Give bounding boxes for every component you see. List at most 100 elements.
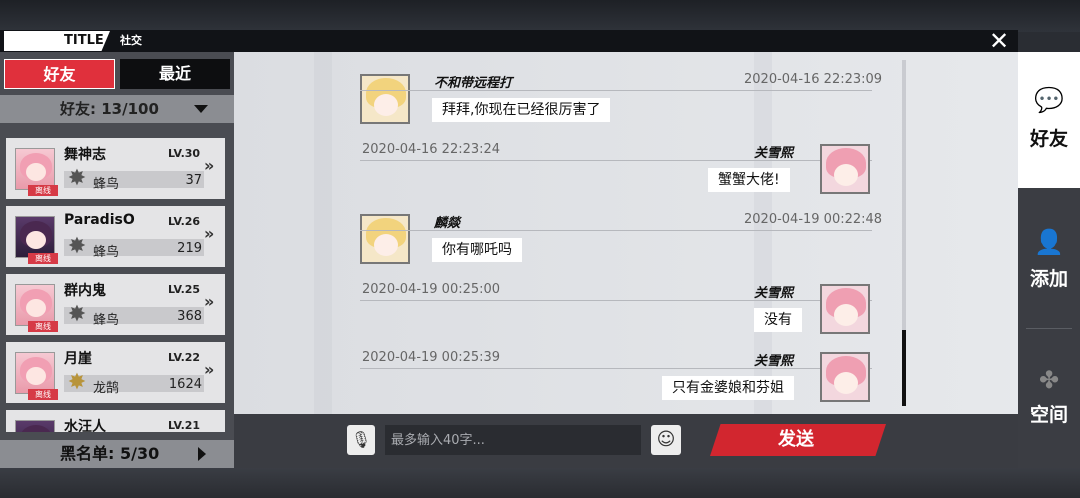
background-bottom-strip: [0, 468, 1080, 498]
divider: [360, 230, 872, 231]
avatar[interactable]: [360, 214, 410, 264]
rank-name: 蜂鸟: [93, 177, 120, 192]
tab-recent[interactable]: 最近: [120, 59, 230, 89]
chat-input[interactable]: [385, 425, 641, 455]
arrow-right-icon: [198, 447, 206, 461]
divider: [360, 90, 872, 91]
avatar[interactable]: [820, 284, 870, 334]
friend-level: LV.25: [168, 283, 201, 296]
avatar[interactable]: [820, 144, 870, 194]
microphone-icon[interactable]: 🎙: [347, 425, 375, 455]
friend-name: 月崖: [64, 351, 92, 367]
divider: [360, 300, 872, 301]
blacklist-button[interactable]: 黑名单: 5/30: [0, 440, 234, 468]
friend-count-dropdown[interactable]: 好友: 13/100: [0, 95, 234, 123]
avatar[interactable]: [820, 352, 870, 402]
avatar: [15, 216, 55, 258]
message-sender: 关雪熙: [754, 146, 794, 161]
avatar: [15, 352, 55, 394]
friend-level: LV.21: [168, 419, 201, 432]
friend-level: LV.22: [168, 351, 201, 364]
chat-bubbles-icon: 💬: [1034, 86, 1064, 114]
title-bar: [0, 30, 1018, 52]
avatar: [15, 420, 55, 432]
title-tag: TITLE: [4, 31, 110, 51]
friend-level: LV.30: [168, 147, 201, 160]
blacklist-label: 黑名单: 5/30: [60, 444, 160, 463]
friend-card[interactable]: 水汪人 LV.21: [6, 410, 225, 432]
rank-score: 37: [185, 173, 202, 188]
rank-score: 1624: [168, 377, 202, 392]
tab-label: 好友: [1029, 128, 1068, 150]
clover-icon: ✤: [1038, 366, 1060, 394]
chat-message-outgoing: 2020-04-19 00:25:39 关雪熙 只有金婆娘和芬姐: [234, 346, 904, 406]
close-icon[interactable]: ✕: [986, 29, 1012, 53]
avatar[interactable]: [360, 74, 410, 124]
tab-space[interactable]: ✤ 空间: [1018, 328, 1080, 464]
tab-add[interactable]: 👤 添加: [1018, 192, 1080, 328]
friend-name: 舞神志: [64, 147, 106, 163]
chevron-right-icon[interactable]: »: [204, 156, 214, 175]
chat-history[interactable]: 不和带远程打 2020-04-16 22:23:09 拜拜,你现在已经很厉害了 …: [234, 52, 1018, 414]
message-text: 你有哪吒吗: [432, 238, 522, 262]
message-sender: 不和带远程打: [434, 76, 513, 91]
chevron-right-icon[interactable]: »: [204, 360, 214, 379]
offline-badge: 离线: [28, 389, 58, 400]
send-button[interactable]: 发送: [710, 424, 886, 456]
rank-score: 219: [177, 241, 202, 256]
message-time: 2020-04-19 00:25:39: [362, 350, 501, 365]
friend-card[interactable]: 离线 月崖 LV.22 ✸ 龙鹄 1624 »: [6, 342, 225, 403]
chevron-right-icon[interactable]: »: [204, 224, 214, 243]
message-sender: 关雪熙: [754, 354, 794, 369]
avatar: [15, 284, 55, 326]
message-text: 只有金婆娘和芬姐: [662, 376, 794, 400]
rank-emblem-icon: ✸: [67, 302, 87, 327]
friend-level: LV.26: [168, 215, 201, 228]
friend-card[interactable]: 离线 群内鬼 LV.25 ✸ 蜂鸟 368 »: [6, 274, 225, 335]
message-text: 拜拜,你现在已经很厉害了: [432, 98, 611, 122]
chat-input-bar: 🎙 ☺ 发送: [234, 414, 1018, 468]
friend-card[interactable]: 离线 ParadisO LV.26 ✸ 蜂鸟 219 »: [6, 206, 225, 267]
background-status-strip: [0, 0, 1080, 32]
message-time: 2020-04-16 22:23:24: [362, 142, 501, 157]
offline-badge: 离线: [28, 253, 58, 264]
friend-name: 群内鬼: [64, 283, 106, 299]
friend-count-label: 好友: 13/100: [60, 100, 159, 118]
title-subtitle: 社交: [120, 34, 142, 47]
message-text: 蟹蟹大佬!: [708, 168, 790, 192]
add-user-icon: 👤: [1034, 228, 1064, 256]
title-tag-text: TITLE: [64, 33, 104, 48]
caret-down-icon: [194, 105, 208, 113]
friend-name: 水汪人: [64, 419, 106, 432]
tab-label: 添加: [1029, 268, 1068, 290]
right-sidebar: 💬 好友 👤 添加 ✤ 空间: [1018, 52, 1080, 468]
chat-message-incoming: 麟燚 2020-04-19 00:22:48 你有哪吒吗: [234, 208, 904, 268]
message-time: 2020-04-19 00:25:00: [362, 282, 501, 297]
rank-name: 龙鹄: [93, 381, 120, 396]
rank-emblem-icon: ✸: [67, 370, 87, 395]
offline-badge: 离线: [28, 321, 58, 332]
scrollbar-thumb[interactable]: [902, 330, 906, 406]
tab-friends-side[interactable]: 💬 好友: [1018, 52, 1080, 188]
rank-score: 368: [177, 309, 202, 324]
tab-friends[interactable]: 好友: [4, 59, 115, 89]
friend-list[interactable]: 离线 舞神志 LV.30 ✸ 蜂鸟 37 » 离线 ParadisO LV.26…: [0, 132, 234, 432]
friends-panel: 好友 最近 好友: 13/100 离线 舞神志 LV.30 ✸ 蜂鸟 37 » …: [0, 52, 234, 468]
message-sender: 麟燚: [434, 216, 461, 231]
emoji-icon[interactable]: ☺: [651, 425, 681, 455]
rank-emblem-icon: ✸: [67, 234, 87, 259]
chat-message-outgoing: 2020-04-16 22:23:24 关雪熙 蟹蟹大佬!: [234, 138, 904, 198]
message-sender: 关雪熙: [754, 286, 794, 301]
rank-name: 蜂鸟: [93, 245, 120, 260]
friend-card[interactable]: 离线 舞神志 LV.30 ✸ 蜂鸟 37 »: [6, 138, 225, 199]
tab-label: 空间: [1029, 404, 1068, 426]
message-text: 没有: [754, 308, 802, 332]
divider: [360, 160, 872, 161]
offline-badge: 离线: [28, 185, 58, 196]
chevron-right-icon[interactable]: »: [204, 292, 214, 311]
rank-name: 蜂鸟: [93, 313, 120, 328]
chat-message-incoming: 不和带远程打 2020-04-16 22:23:09 拜拜,你现在已经很厉害了: [234, 68, 904, 128]
message-time: 2020-04-16 22:23:09: [744, 72, 883, 87]
chat-message-outgoing: 2020-04-19 00:25:00 关雪熙 没有: [234, 278, 904, 338]
divider: [360, 368, 872, 369]
